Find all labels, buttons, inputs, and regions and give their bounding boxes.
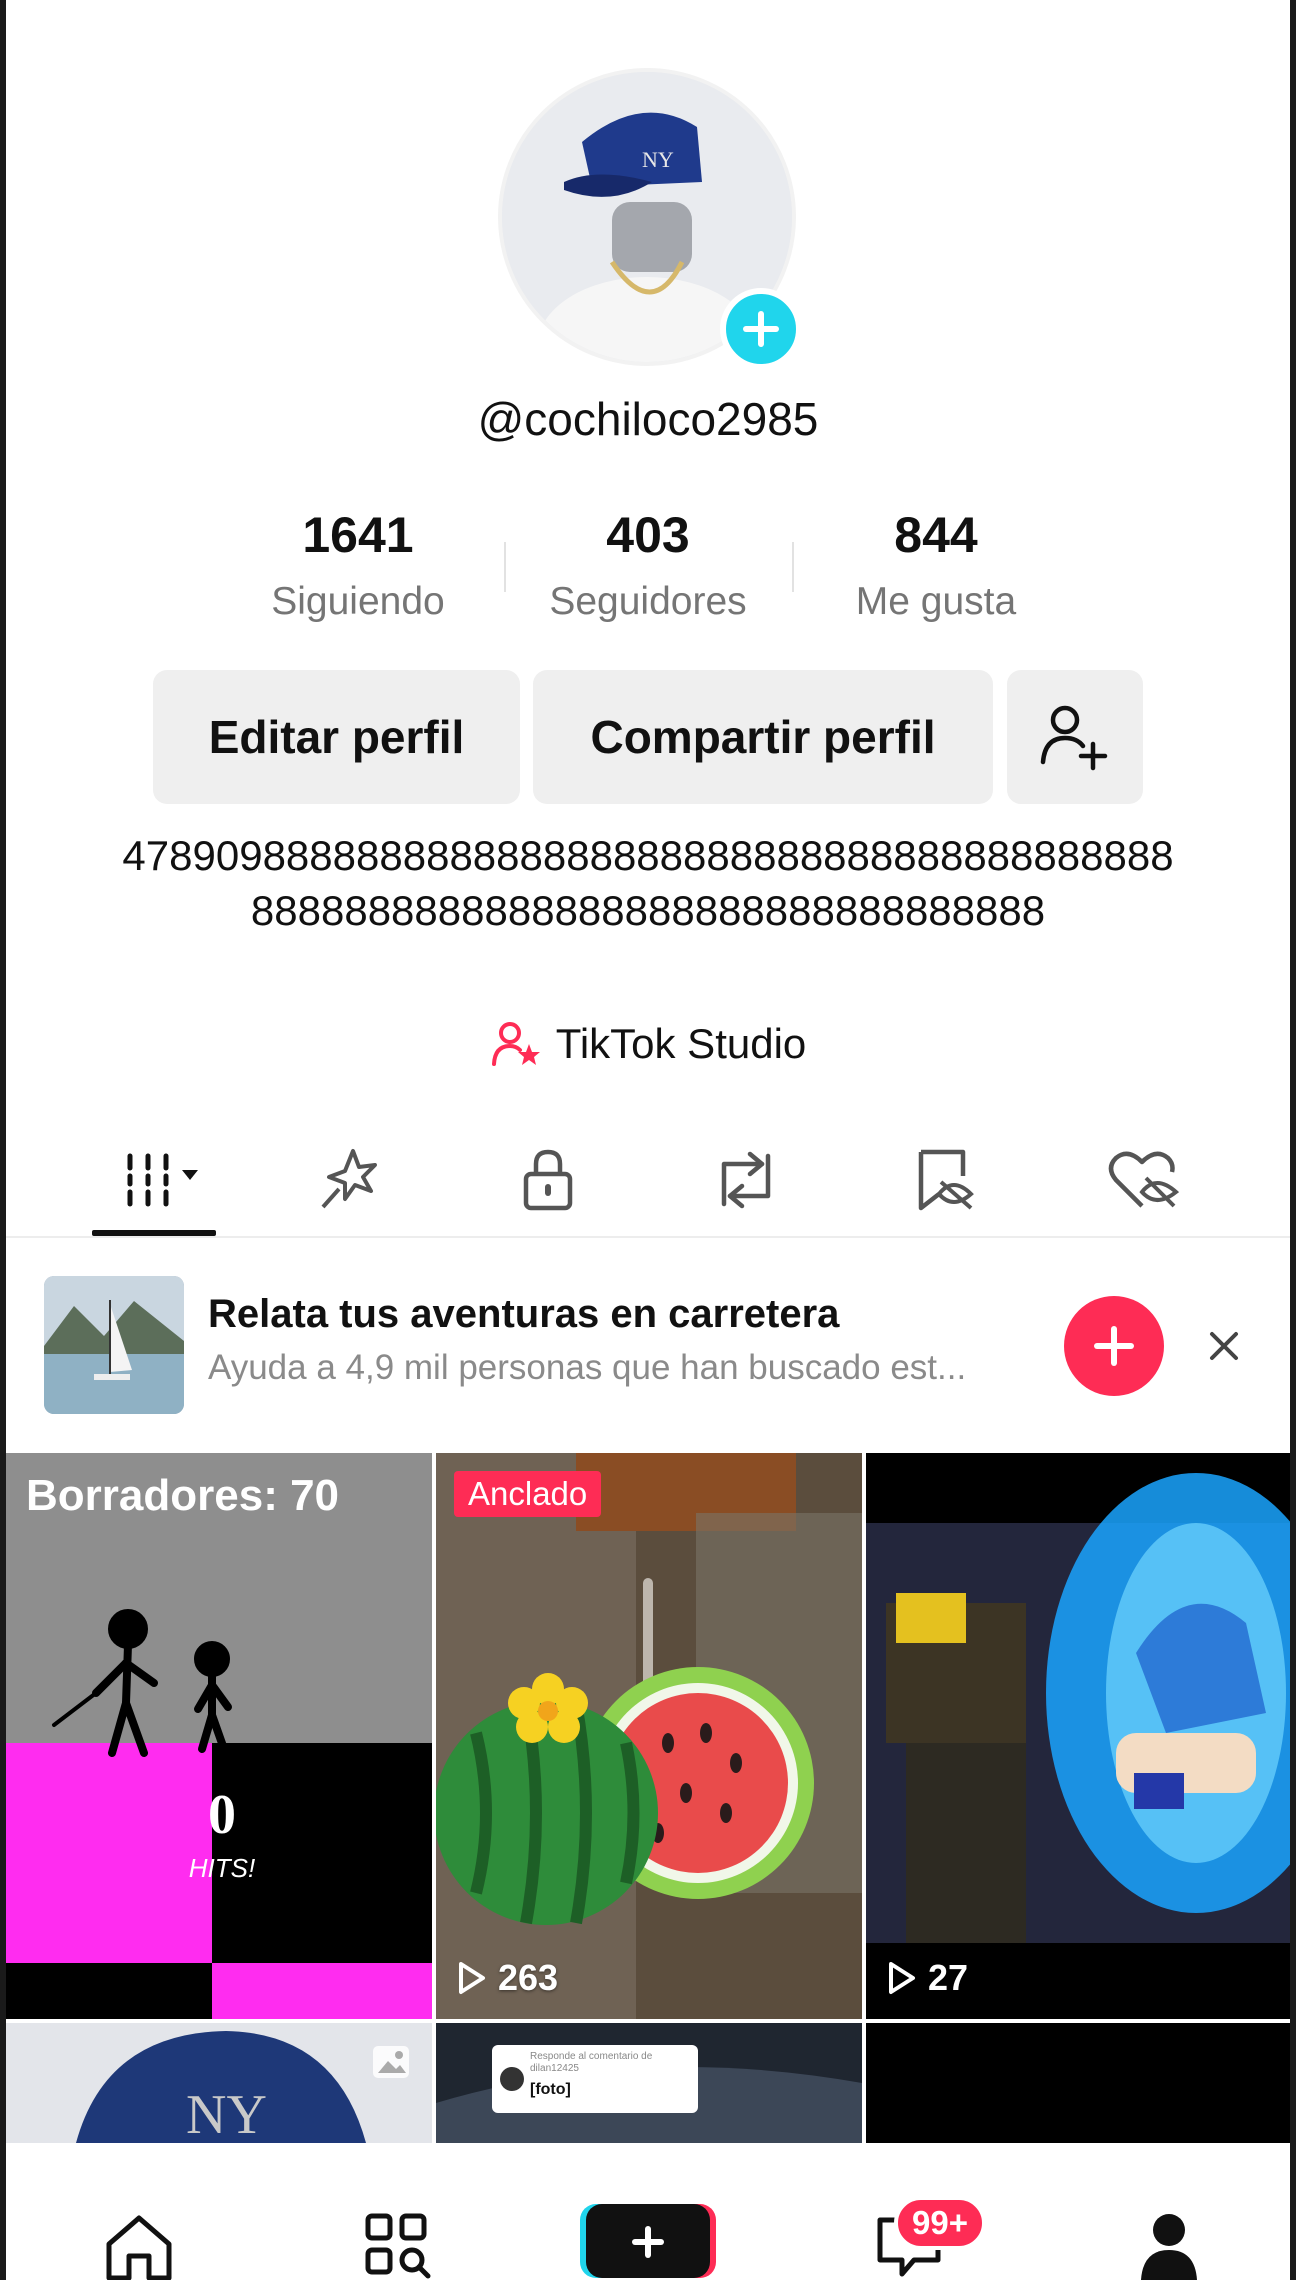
play-icon	[889, 1962, 915, 1994]
tab-videos[interactable]	[116, 1140, 216, 1220]
video-tile[interactable]	[866, 2023, 1290, 2143]
add-photo-button[interactable]	[720, 288, 802, 370]
hits-number: 0	[208, 1784, 236, 1846]
reply-user: dilan12425	[530, 2063, 579, 2074]
bio[interactable]: 4789098888888888888888888888888888888888…	[120, 828, 1176, 938]
bottom-navigation	[6, 2190, 1290, 2280]
promo-title: Relata tus aventuras en carretera	[208, 1292, 840, 1336]
tab-reposts[interactable]	[696, 1140, 796, 1220]
create-plus-icon	[580, 2204, 716, 2278]
tab-reposts-effects[interactable]	[300, 1140, 400, 1220]
inbox-badge: 99+	[894, 2196, 986, 2250]
reply-avatar	[500, 2067, 524, 2091]
tab-liked[interactable]	[1094, 1140, 1194, 1220]
following-label: Siguiendo	[271, 580, 445, 623]
profile-tabs	[6, 1120, 1290, 1238]
drafts-label: Borradores: 70	[26, 1471, 340, 1520]
drafts-tile[interactable]: Borradores: 70 0 HITS!	[6, 1453, 432, 2019]
play-icon	[459, 1962, 485, 1994]
grid-search-icon	[365, 2213, 431, 2279]
active-tab-indicator	[92, 1230, 216, 1236]
plus-icon	[743, 311, 779, 347]
repost-icon	[721, 1151, 771, 1209]
likes-count: 844	[894, 507, 978, 563]
tab-private[interactable]	[498, 1140, 598, 1220]
nav-home[interactable]	[94, 2210, 184, 2280]
username: @cochiloco2985	[477, 393, 819, 445]
video-tile[interactable]: 27	[866, 1453, 1290, 2019]
video-grid: Borradores: 70 0 HITS! Anclado 263 27 NY…	[6, 1453, 1290, 2143]
bookmark-hidden-icon	[918, 1149, 974, 1211]
creator-star-icon	[491, 1022, 540, 1066]
edit-profile-button[interactable]: Editar perfil	[153, 670, 520, 804]
following-count: 1641	[302, 507, 414, 563]
stat-followers[interactable]: 403 Seguidores	[518, 500, 778, 632]
tiktok-studio-label: TikTok Studio	[555, 1020, 807, 1067]
stat-following[interactable]: 1641 Siguiendo	[228, 500, 488, 632]
heart-hidden-icon	[1108, 1151, 1180, 1208]
tiktok-studio-link[interactable]: TikTok Studio	[0, 1020, 1296, 1068]
videos-grid-icon	[127, 1153, 198, 1207]
close-icon	[1210, 1332, 1238, 1360]
photo-icon	[373, 2046, 409, 2078]
reply-title: Responde al comentario de	[530, 2051, 653, 2062]
view-count-value: 263	[498, 1957, 559, 1998]
promo-create-button[interactable]	[1064, 1296, 1164, 1396]
divider	[504, 542, 506, 592]
share-profile-button[interactable]: Compartir perfil	[533, 670, 993, 804]
profile-icon	[1141, 2214, 1197, 2280]
hits-label: HITS!	[188, 1853, 256, 1883]
promo-thumbnail	[44, 1276, 184, 1414]
divider	[792, 542, 794, 592]
anime-thumbnail	[866, 1453, 1290, 2019]
svg-text:NY: NY	[642, 147, 674, 172]
screen-edge-right	[1290, 0, 1296, 2280]
promo-close-button[interactable]	[1202, 1324, 1246, 1368]
home-icon	[106, 2215, 172, 2280]
likes-label: Me gusta	[855, 580, 1017, 623]
nav-discover[interactable]	[352, 2210, 442, 2280]
add-user-icon	[1040, 705, 1108, 771]
watermelon-thumbnail	[436, 1453, 862, 2019]
sparkle-wand-icon	[321, 1149, 377, 1209]
plus-icon	[1094, 1326, 1134, 1366]
photo-tile[interactable]: NY	[6, 2023, 432, 2143]
sailboat-image	[44, 1276, 184, 1414]
reply-text: [foto]	[530, 2081, 571, 2098]
drafts-thumbnail	[6, 1453, 432, 2019]
pinned-badge: Anclado	[454, 1471, 602, 1517]
followers-count: 403	[606, 507, 690, 563]
promo-banner[interactable]: Relata tus aventuras en carretera Ayuda …	[6, 1240, 1290, 1450]
video-tile-pinned[interactable]: Anclado 263	[436, 1453, 862, 2019]
video-tile[interactable]: Responde al comentario de dilan12425 [fo…	[436, 2023, 862, 2143]
lock-icon	[523, 1149, 573, 1211]
svg-text:NY: NY	[186, 2084, 267, 2143]
nav-profile[interactable]	[1124, 2210, 1214, 2280]
reply-bubble: Responde al comentario de dilan12425 [fo…	[492, 2045, 698, 2113]
followers-label: Seguidores	[549, 580, 747, 623]
promo-subtitle: Ayuda a 4,9 mil personas que han buscado…	[208, 1348, 967, 1387]
stat-likes[interactable]: 844 Me gusta	[806, 500, 1066, 632]
view-count-value: 27	[928, 1957, 969, 1998]
tab-favorites[interactable]	[896, 1140, 996, 1220]
cap-thumbnail: NY	[6, 2023, 432, 2143]
view-count: 27	[886, 1957, 968, 1999]
add-friends-button[interactable]	[1007, 670, 1143, 804]
view-count: 263	[456, 1957, 558, 1999]
nav-create[interactable]	[580, 2204, 716, 2278]
